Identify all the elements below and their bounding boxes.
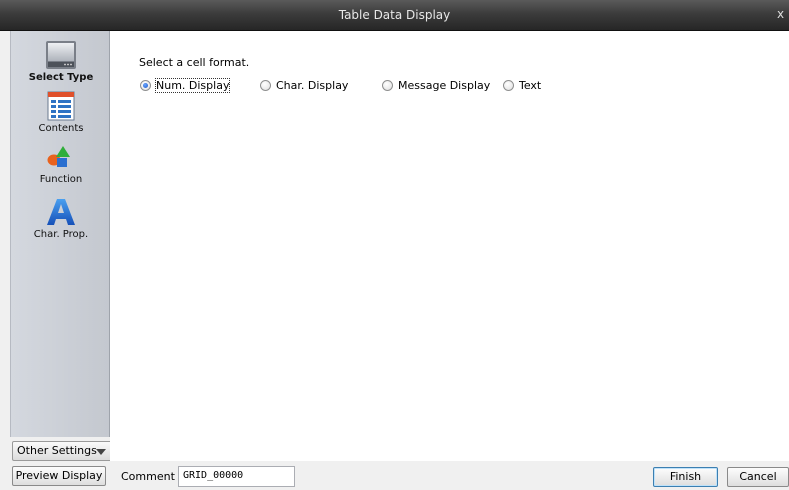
- table-list-icon: [47, 91, 75, 121]
- radio-message-display[interactable]: Message Display: [382, 78, 490, 92]
- title-bar: Table Data Display x: [0, 0, 789, 31]
- radio-text[interactable]: Text: [503, 78, 541, 92]
- comment-field[interactable]: GRID_00000: [178, 466, 295, 487]
- preview-display-button[interactable]: Preview Display: [12, 466, 106, 486]
- sidebar-item-function[interactable]: Function: [11, 144, 111, 185]
- chevron-down-icon: [96, 449, 106, 455]
- radio-selected-icon: [140, 79, 151, 91]
- sidebar-item-label: Char. Prop.: [33, 229, 89, 240]
- sidebar-item-select-type[interactable]: Select Type: [11, 40, 111, 83]
- finish-button[interactable]: Finish: [653, 467, 718, 487]
- cancel-button[interactable]: Cancel: [727, 467, 789, 487]
- cell-format-prompt: Select a cell format.: [139, 56, 250, 69]
- radio-unselected-icon: [503, 79, 514, 91]
- radio-char-display[interactable]: Char. Display: [260, 78, 348, 92]
- radio-unselected-icon: [382, 79, 393, 91]
- sidebar: Select Type Contents Function Char. Prop…: [10, 31, 110, 437]
- sidebar-item-char-prop[interactable]: Char. Prop.: [11, 197, 111, 240]
- other-settings-label: Other Settings: [17, 444, 97, 457]
- main-panel: Select a cell format. Num. Display Char.…: [110, 31, 789, 461]
- radio-label: Char. Display: [276, 78, 349, 92]
- sidebar-item-label: Function: [39, 174, 83, 185]
- close-icon[interactable]: x: [777, 7, 789, 21]
- screen-icon: [46, 41, 76, 69]
- letter-a-icon: [47, 199, 75, 225]
- radio-label: Message Display: [398, 78, 491, 92]
- sidebar-item-contents[interactable]: Contents: [11, 91, 111, 134]
- sidebar-item-label: Contents: [38, 123, 84, 134]
- radio-label: Text: [519, 78, 542, 92]
- radio-unselected-icon: [260, 79, 271, 91]
- other-settings-dropdown[interactable]: Other Settings: [12, 441, 112, 461]
- sidebar-item-label: Select Type: [28, 72, 94, 83]
- radio-label: Num. Display: [154, 77, 231, 93]
- radio-num-display[interactable]: Num. Display: [140, 77, 231, 93]
- shapes-icon: [47, 146, 70, 167]
- comment-label: Comment: [121, 470, 175, 483]
- window-title: Table Data Display: [338, 8, 451, 22]
